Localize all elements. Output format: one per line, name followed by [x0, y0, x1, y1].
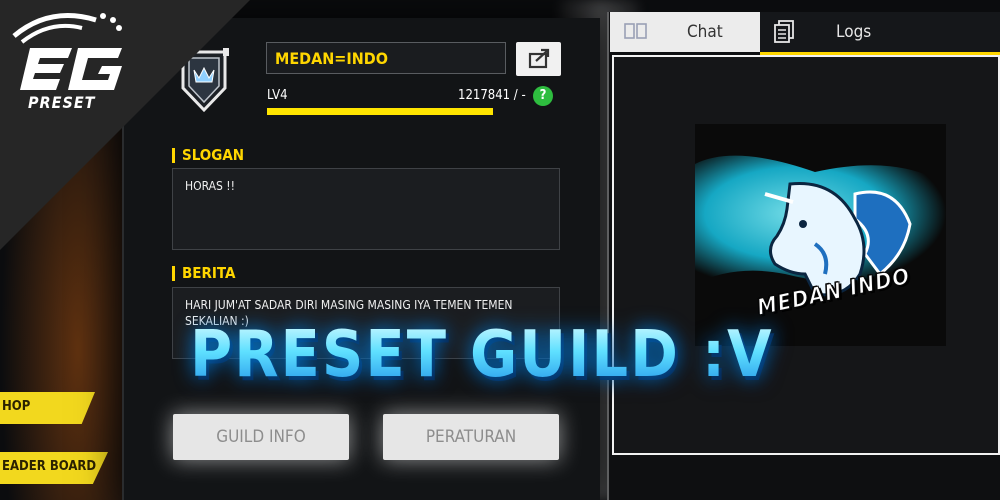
guild-logo-image: [695, 124, 946, 346]
help-button[interactable]: ?: [533, 86, 553, 106]
side-menu-item-leaderboard[interactable]: EADER BOARD: [0, 452, 108, 484]
guild-level: LV4: [267, 88, 288, 103]
slogan-text: HORAS !!: [172, 168, 560, 250]
side-menu-item-label: HOP: [2, 399, 31, 414]
tab-logs[interactable]: Logs: [760, 12, 1000, 52]
share-icon: [528, 48, 550, 69]
unicorn-icon: [695, 124, 946, 346]
guild-info-button[interactable]: GUILD INFO: [173, 414, 349, 460]
tab-chat[interactable]: Chat: [610, 12, 760, 52]
side-menu-item-shop[interactable]: HOP: [0, 392, 95, 424]
logo-text: PRESET: [28, 93, 96, 112]
tab-chat-label: Chat: [687, 22, 723, 42]
overlay-title: PRESET GUILD :V: [190, 318, 774, 392]
guild-xp-bar: [267, 108, 493, 115]
rules-button[interactable]: PERATURAN: [383, 414, 559, 460]
share-button[interactable]: [516, 42, 561, 76]
news-label: BERITA: [172, 266, 235, 281]
chat-icon: [624, 23, 647, 39]
guild-exp: 1217841 / -: [458, 88, 526, 103]
guild-name-field: MEDAN=INDO: [266, 42, 506, 74]
side-menu-item-label: EADER BOARD: [2, 459, 97, 474]
logs-icon: [774, 20, 794, 43]
slogan-label: SLOGAN: [172, 148, 244, 163]
tab-logs-label: Logs: [836, 22, 872, 42]
